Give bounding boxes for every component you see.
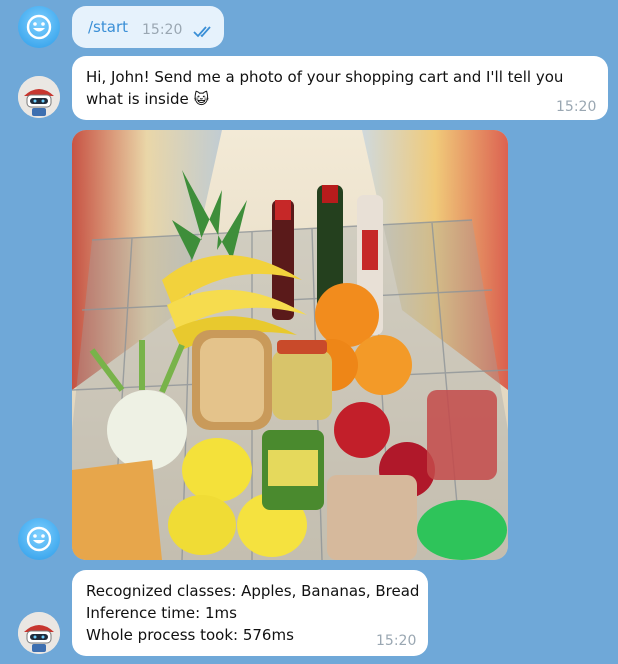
result-line-inference: Inference time: 1ms: [86, 604, 237, 622]
robot-icon: [18, 612, 60, 654]
user-avatar[interactable]: [18, 518, 60, 560]
message-text: Hi, John! Send me a photo of your shoppi…: [86, 68, 564, 108]
smiley-icon: [26, 14, 52, 40]
outgoing-message-start[interactable]: /start 15:20: [72, 6, 224, 48]
shopping-cart-photo[interactable]: [72, 130, 508, 560]
incoming-message-results[interactable]: Recognized classes: Apples, Bananas, Bre…: [72, 570, 428, 656]
message-time: 15:20: [556, 99, 597, 115]
bot-avatar[interactable]: [18, 76, 60, 118]
shopping-cart-image: [72, 130, 508, 560]
double-check-icon: [193, 26, 211, 38]
incoming-message-greeting[interactable]: Hi, John! Send me a photo of your shoppi…: [72, 56, 608, 120]
robot-icon: [18, 76, 60, 118]
message-time: 15:20: [142, 22, 183, 38]
message-time: 15:20: [376, 633, 417, 649]
result-line-process: Whole process took: 576ms: [86, 626, 294, 644]
result-line-classes: Recognized classes: Apples, Bananas, Bre…: [86, 582, 420, 600]
bot-avatar[interactable]: [18, 612, 60, 654]
smiley-icon: [26, 526, 52, 552]
user-avatar[interactable]: [18, 6, 60, 48]
message-text: /start: [88, 18, 128, 36]
